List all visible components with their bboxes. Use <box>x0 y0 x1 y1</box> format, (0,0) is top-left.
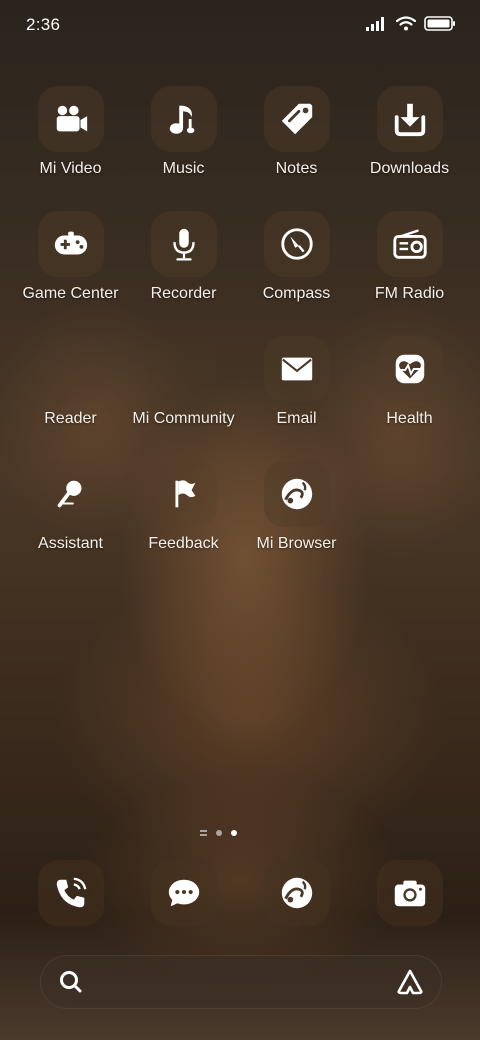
app-label: Mi Community <box>132 410 235 427</box>
app-assistant[interactable]: Assistant <box>14 461 127 553</box>
heart-pulse-icon <box>395 354 424 384</box>
app-tile[interactable] <box>150 461 217 527</box>
dock-browser[interactable] <box>240 860 353 926</box>
browser-icon <box>281 478 312 510</box>
app-notes[interactable]: Notes <box>240 86 353 178</box>
search-icon[interactable] <box>58 969 84 995</box>
message-icon <box>168 879 199 907</box>
status-time: 2:36 <box>26 15 61 34</box>
app-feedback[interactable]: Feedback <box>127 461 240 553</box>
gamepad-icon <box>54 231 87 255</box>
app-health[interactable]: Health <box>353 336 466 428</box>
dock-phone[interactable] <box>14 860 127 926</box>
page-dot-active[interactable] <box>231 830 237 836</box>
app-mi-video[interactable]: Mi Video <box>14 86 127 178</box>
app-tile[interactable] <box>37 86 104 152</box>
app-label: Downloads <box>369 160 450 177</box>
status-icons <box>366 16 456 31</box>
app-fm-radio[interactable]: FM Radio <box>353 211 466 303</box>
dock-messages[interactable] <box>127 860 240 926</box>
camera-icon <box>394 880 425 907</box>
flag-icon <box>174 480 195 508</box>
assistant-logo-icon[interactable] <box>396 968 424 996</box>
app-game-center[interactable]: Game Center <box>14 211 127 303</box>
battery-icon <box>424 16 455 31</box>
signal-icon <box>366 16 384 31</box>
app-music[interactable]: Music <box>127 86 240 178</box>
page-dot-list[interactable] <box>200 830 207 836</box>
search-bar[interactable] <box>40 955 442 1009</box>
app-label: Mi Browser <box>256 535 337 552</box>
video-camera-icon <box>56 105 87 132</box>
dock-tile[interactable] <box>376 860 443 926</box>
app-label: Mi Video <box>39 160 102 177</box>
app-label: Music <box>162 160 205 177</box>
app-email[interactable]: Email <box>240 336 353 428</box>
app-tile[interactable] <box>37 336 104 402</box>
app-label: Health <box>386 410 433 427</box>
radio-icon <box>392 229 427 259</box>
app-tile[interactable] <box>263 86 330 152</box>
app-recorder[interactable]: Recorder <box>127 211 240 303</box>
app-label: Compass <box>262 285 331 302</box>
download-icon <box>394 103 425 137</box>
app-tile[interactable] <box>37 211 104 277</box>
compass-icon <box>280 228 313 260</box>
app-label: Game Center <box>22 285 119 302</box>
envelope-icon <box>281 357 312 381</box>
dock-tile[interactable] <box>263 860 330 926</box>
app-tile[interactable] <box>150 336 217 402</box>
app-downloads[interactable]: Downloads <box>353 86 466 178</box>
microphone-icon <box>172 228 195 261</box>
music-note-icon <box>169 105 194 134</box>
app-label: FM Radio <box>374 285 445 302</box>
dock-tile[interactable] <box>37 860 104 926</box>
assistant-mic-icon <box>57 480 81 508</box>
app-label: Notes <box>275 160 318 177</box>
browser-icon <box>281 877 312 909</box>
app-tile[interactable] <box>263 211 330 277</box>
wifi-icon <box>396 16 416 31</box>
dock-tile[interactable] <box>150 860 217 926</box>
app-label: Reader <box>44 410 97 427</box>
app-tile[interactable] <box>376 336 443 402</box>
phone-icon <box>56 877 86 908</box>
app-tile[interactable] <box>150 86 217 152</box>
app-label: Assistant <box>38 535 103 552</box>
app-tile[interactable] <box>37 461 104 527</box>
page-indicator[interactable] <box>200 830 237 836</box>
app-reader[interactable]: Reader <box>14 336 127 428</box>
app-tile[interactable] <box>150 211 217 277</box>
notes-icon <box>281 103 312 135</box>
app-mi-browser[interactable]: Mi Browser <box>240 461 353 553</box>
app-tile[interactable] <box>376 211 443 277</box>
app-label: Feedback <box>148 535 219 552</box>
app-tile[interactable] <box>376 86 443 152</box>
app-tile[interactable] <box>263 336 330 402</box>
app-compass[interactable]: Compass <box>240 211 353 303</box>
app-tile[interactable] <box>263 461 330 527</box>
dock-camera[interactable] <box>353 860 466 926</box>
app-label: Recorder <box>150 285 217 302</box>
page-dot[interactable] <box>216 830 222 836</box>
app-mi-community[interactable]: Mi Community <box>127 336 240 428</box>
app-label: Email <box>276 410 317 427</box>
status-bar: 2:36 <box>0 0 480 52</box>
